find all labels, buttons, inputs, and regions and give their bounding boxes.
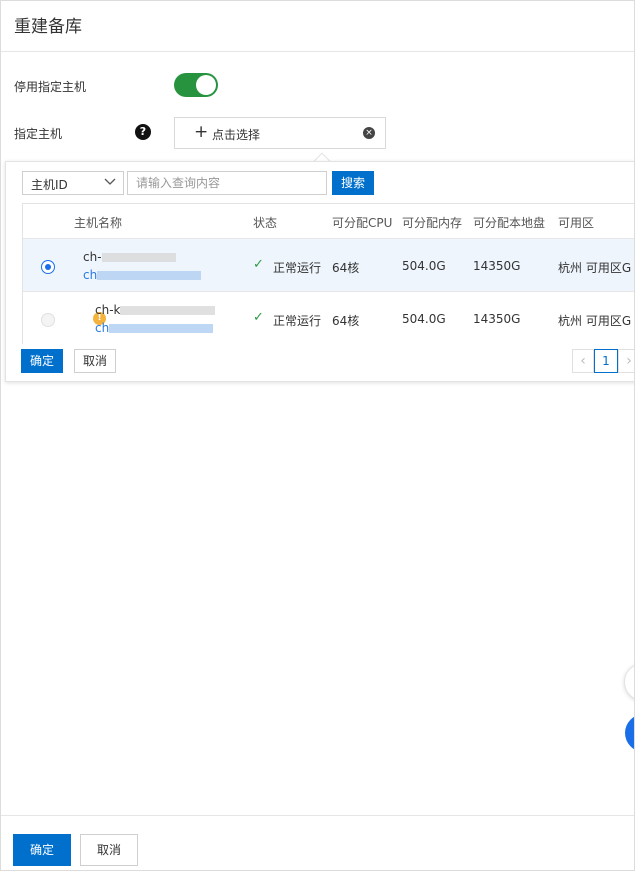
dialog-footer: 确定 取消 <box>1 815 634 870</box>
host-id-link[interactable]: ch <box>83 268 202 282</box>
host-id-link[interactable]: ch <box>95 321 214 335</box>
question-icon[interactable]: ? <box>135 124 151 140</box>
zone-value: 杭州 可用区G <box>558 261 632 275</box>
status-text: 正常运行 <box>273 261 322 275</box>
col-cpu: 可分配CPU <box>332 216 393 230</box>
host-table: 主机名称 状态 可分配CPU 可分配内存 可分配本地盘 可用区 ch- ch ✓… <box>22 203 634 344</box>
dialog-title: 重建备库 <box>14 17 82 37</box>
disable-host-toggle[interactable] <box>174 73 218 97</box>
col-status: 状态 <box>253 216 278 230</box>
pager-prev-button[interactable]: ‹ <box>572 349 594 373</box>
table-row: ! ch-k ch ✓ 正常运行 64核 504.0G 14350G 杭州 可用… <box>23 291 634 344</box>
pager-next-button[interactable]: › <box>618 349 634 373</box>
clear-icon[interactable]: × <box>363 127 375 139</box>
table-row[interactable]: ch- ch ✓ 正常运行 64核 504.0G 14350G 杭州 可用区G <box>23 238 634 291</box>
redacted-mask <box>101 253 176 262</box>
host-picker[interactable]: + 点击选择 × <box>174 117 386 149</box>
footer-confirm-button[interactable]: 确定 <box>13 834 71 866</box>
floating-help-button[interactable] <box>624 663 634 701</box>
floating-chat-button[interactable] <box>625 714 634 752</box>
status-text: 正常运行 <box>273 314 322 328</box>
col-zone: 可用区 <box>558 216 595 230</box>
check-icon: ✓ <box>253 310 264 325</box>
footer-cancel-button[interactable]: 取消 <box>80 834 138 866</box>
row-radio <box>41 313 55 327</box>
popup-cancel-button[interactable]: 取消 <box>74 349 116 373</box>
host-name: ch-k <box>95 303 216 317</box>
cpu-value: 64核 <box>332 314 360 328</box>
plus-icon: + <box>194 122 209 142</box>
filter-field-value: 主机ID <box>31 178 68 192</box>
col-memory: 可分配内存 <box>402 216 463 230</box>
cpu-value: 64核 <box>332 261 360 275</box>
disable-host-label: 停用指定主机 <box>14 80 87 94</box>
search-input[interactable] <box>127 171 327 195</box>
check-icon: ✓ <box>253 257 264 272</box>
table-header: 主机名称 状态 可分配CPU 可分配内存 可分配本地盘 可用区 <box>23 204 634 238</box>
col-disk: 可分配本地盘 <box>473 216 546 230</box>
disk-value: 14350G <box>473 312 521 326</box>
chevron-down-icon <box>104 178 116 185</box>
pager-page-1[interactable]: 1 <box>594 349 618 373</box>
host-label: 指定主机 <box>14 127 63 141</box>
picker-text: 点击选择 <box>212 128 261 142</box>
memory-value: 504.0G <box>402 312 446 326</box>
disk-value: 14350G <box>473 259 521 273</box>
memory-value: 504.0G <box>402 259 446 273</box>
row-radio[interactable] <box>41 260 55 274</box>
redacted-mask <box>120 306 216 315</box>
filter-field-select[interactable]: 主机ID <box>22 171 124 195</box>
host-select-popup: 主机ID 搜索 主机名称 状态 可分配CPU 可分配内存 可分配本地盘 可用区 … <box>5 161 634 382</box>
host-name: ch- <box>83 250 176 264</box>
search-button[interactable]: 搜索 <box>332 171 374 195</box>
rebuild-standby-dialog: 重建备库 停用指定主机 指定主机 ? + 点击选择 × 主机ID 搜索 主机名称… <box>0 0 635 871</box>
popup-confirm-button[interactable]: 确定 <box>21 349 63 373</box>
toggle-knob <box>196 75 216 95</box>
redacted-mask <box>97 271 202 280</box>
redacted-mask <box>109 324 214 333</box>
dialog-header: 重建备库 <box>1 1 634 52</box>
col-host-name: 主机名称 <box>74 216 123 230</box>
zone-value: 杭州 可用区G <box>558 314 632 328</box>
